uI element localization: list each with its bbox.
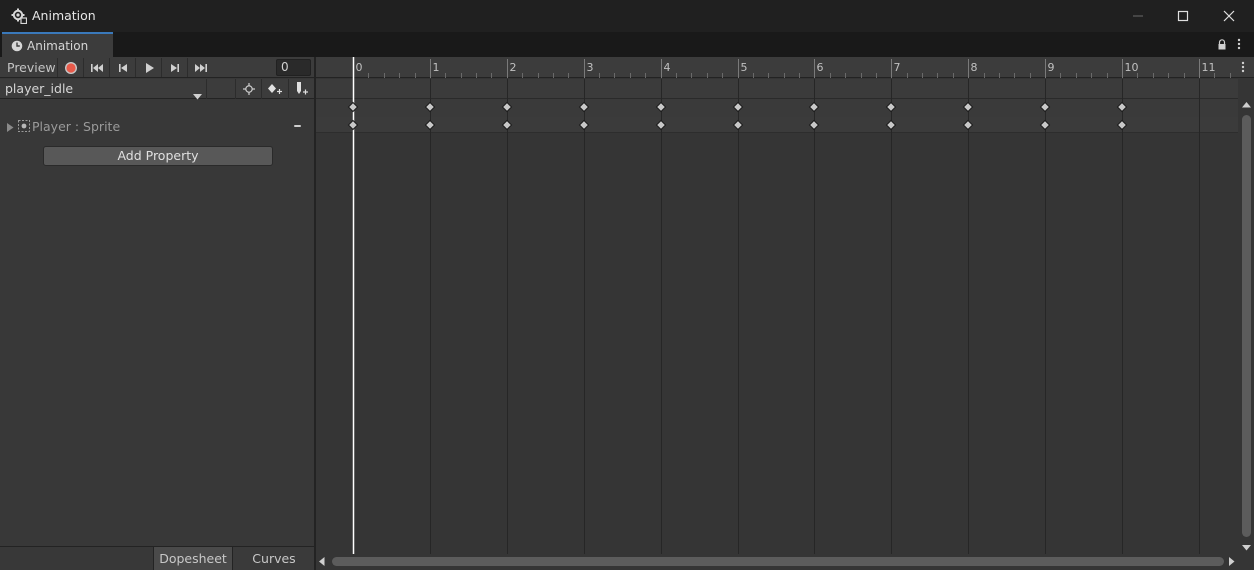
playback-toolbar: Preview 0	[0, 57, 315, 78]
sprite-keyframe[interactable]	[501, 119, 513, 131]
editor-tab-strip: Animation	[0, 32, 1254, 57]
summary-keyframe[interactable]	[1116, 101, 1128, 113]
horizontal-scroll-thumb[interactable]	[332, 557, 1224, 566]
sprite-keyframe[interactable]	[1039, 119, 1051, 131]
sprite-keyframe[interactable]	[962, 119, 974, 131]
clip-row: player_idle	[0, 79, 315, 100]
dopesheet-panel[interactable]: 0 1 2 3 4 5 6 7 8 9 10 11	[316, 57, 1254, 570]
frame-number-field[interactable]: 0	[276, 59, 311, 76]
first-key-button[interactable]	[83, 58, 109, 77]
minimize-icon	[1133, 15, 1143, 17]
view-mode-bar: Dopesheet Curves	[0, 546, 315, 570]
summary-keyframe[interactable]	[1039, 101, 1051, 113]
remove-property-icon[interactable]	[294, 125, 301, 127]
maximize-button[interactable]	[1160, 0, 1206, 32]
add-property-button[interactable]: Add Property	[43, 146, 273, 166]
add-event-icon	[297, 82, 308, 95]
scroll-right-icon[interactable]	[1229, 557, 1235, 566]
scroll-left-icon[interactable]	[319, 557, 325, 566]
vertical-scrollbar[interactable]	[1238, 99, 1254, 555]
dopesheet-grid	[347, 57, 1200, 554]
scroll-up-icon[interactable]	[1242, 102, 1251, 108]
close-button[interactable]	[1206, 0, 1252, 32]
maximize-icon	[1177, 10, 1189, 22]
sprite-keyframe[interactable]	[808, 119, 820, 131]
last-key-button[interactable]	[187, 58, 213, 77]
sprite-keyframe[interactable]	[578, 119, 590, 131]
sprite-keyframe[interactable]	[732, 119, 744, 131]
unity-cog-icon	[11, 8, 28, 25]
summary-keyframe[interactable]	[578, 101, 590, 113]
horizontal-scrollbar[interactable]	[316, 554, 1254, 570]
clip-dropdown[interactable]: player_idle	[0, 79, 207, 100]
filter-by-selection-icon	[243, 83, 255, 95]
summary-keyframe[interactable]	[962, 101, 974, 113]
property-row-player-sprite[interactable]: Player : Sprite	[0, 117, 315, 135]
tab-dopesheet[interactable]: Dopesheet	[153, 547, 233, 570]
sprite-renderer-icon	[18, 120, 30, 135]
sprite-keyframe[interactable]	[1116, 119, 1128, 131]
next-key-button[interactable]	[161, 58, 187, 77]
animation-clock-icon	[11, 40, 23, 52]
summary-keyframe[interactable]	[655, 101, 667, 113]
tab-animation[interactable]: Animation	[2, 32, 113, 57]
record-button[interactable]	[57, 58, 83, 77]
add-keyframe-button[interactable]	[261, 79, 288, 99]
last-key-icon	[194, 63, 207, 72]
window-title-bar: Animation	[0, 0, 1254, 32]
summary-keyframe[interactable]	[347, 101, 359, 113]
sprite-keyframe[interactable]	[885, 119, 897, 131]
foldout-arrow-icon[interactable]	[7, 121, 14, 135]
summary-keyframe[interactable]	[732, 101, 744, 113]
sprite-keyframe[interactable]	[424, 119, 436, 131]
summary-keyframe[interactable]	[885, 101, 897, 113]
prev-key-button[interactable]	[109, 58, 135, 77]
summary-keyframe[interactable]	[808, 101, 820, 113]
preview-toggle[interactable]: Preview	[1, 58, 57, 77]
chevron-down-icon	[193, 86, 202, 106]
close-icon	[1223, 10, 1235, 22]
ruler-kebab-icon[interactable]	[1241, 61, 1245, 76]
add-keyframe-icon	[268, 84, 282, 94]
lock-icon[interactable]	[1217, 39, 1227, 53]
summary-keyframe[interactable]	[424, 101, 436, 113]
next-key-icon	[170, 63, 179, 72]
summary-keyframe[interactable]	[501, 101, 513, 113]
prev-key-icon	[118, 63, 127, 72]
tab-curves[interactable]: Curves	[233, 547, 315, 570]
record-icon	[64, 61, 77, 74]
tab-animation-label: Animation	[27, 39, 89, 53]
play-button[interactable]	[135, 58, 161, 77]
minimize-button[interactable]	[1115, 0, 1161, 32]
play-icon	[145, 62, 154, 73]
window-title: Animation	[32, 8, 96, 23]
clip-dropdown-value: player_idle	[5, 81, 74, 96]
kebab-menu-icon[interactable]	[1237, 38, 1241, 53]
sprite-keyframe[interactable]	[655, 119, 667, 131]
scroll-down-icon[interactable]	[1242, 545, 1251, 551]
first-key-icon	[90, 63, 103, 72]
property-label: Player : Sprite	[32, 119, 121, 134]
vertical-scroll-thumb[interactable]	[1242, 115, 1251, 537]
filter-by-selection-button[interactable]	[235, 79, 262, 99]
sprite-keyframe[interactable]	[347, 119, 359, 131]
hierarchy-panel: Preview 0 player_idle Player: Sprite Ad…	[0, 57, 315, 570]
add-event-button[interactable]	[288, 79, 315, 99]
